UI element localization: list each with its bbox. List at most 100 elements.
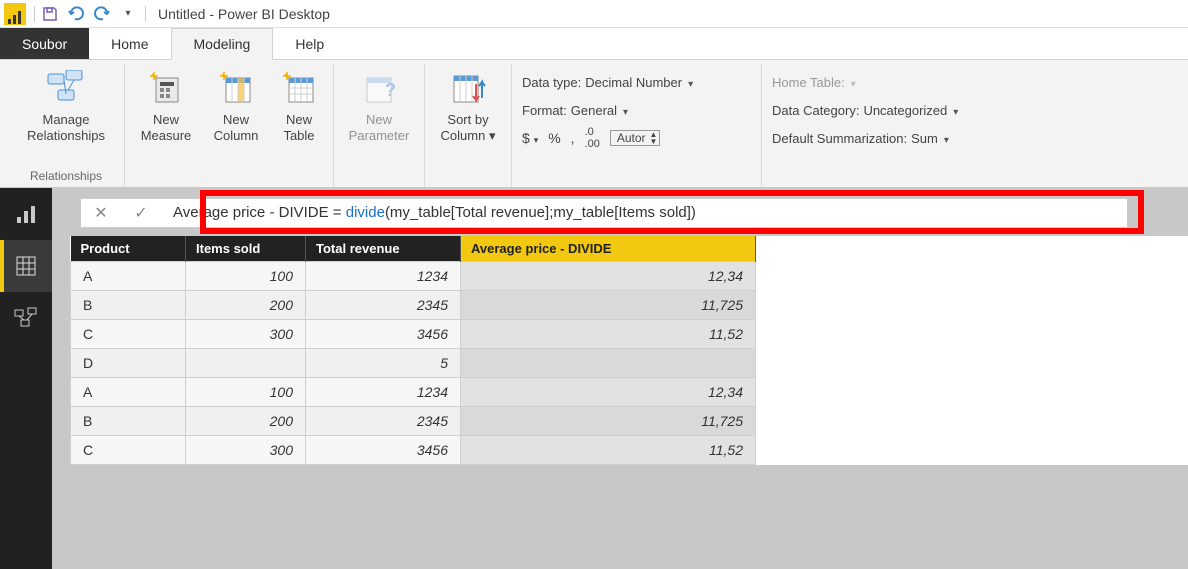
- currency-button[interactable]: $ ▾: [522, 130, 538, 146]
- report-view-button[interactable]: [0, 188, 52, 240]
- number-format-row: $ ▾ % , .0.00 Autor ▲▼: [522, 124, 693, 152]
- sort-by-column-button[interactable]: Sort by Column ▾: [435, 68, 501, 143]
- cell-product[interactable]: D: [71, 349, 186, 378]
- col-header-items[interactable]: Items sold: [186, 236, 306, 262]
- cell-revenue[interactable]: 1234: [306, 378, 461, 407]
- cell-revenue[interactable]: 2345: [306, 291, 461, 320]
- formula-bar[interactable]: ✕ ✓ Average price - DIVIDE = divide(my_t…: [80, 198, 1128, 228]
- formula-text[interactable]: Average price - DIVIDE = divide(my_table…: [161, 204, 1127, 222]
- cell-items[interactable]: 100: [186, 378, 306, 407]
- cell-avg[interactable]: 11,725: [461, 407, 756, 436]
- percent-button[interactable]: %: [548, 130, 560, 146]
- cell-product[interactable]: B: [71, 291, 186, 320]
- format-dropdown[interactable]: Format: General: [522, 96, 693, 124]
- cell-revenue[interactable]: 5: [306, 349, 461, 378]
- divider: [34, 6, 35, 22]
- cell-items[interactable]: 100: [186, 262, 306, 291]
- table-row[interactable]: B200234511,725: [71, 291, 756, 320]
- cell-avg[interactable]: 12,34: [461, 262, 756, 291]
- cell-items[interactable]: 200: [186, 291, 306, 320]
- new-measure-button[interactable]: New Measure: [135, 68, 197, 143]
- table-row[interactable]: D5: [71, 349, 756, 378]
- cell-avg[interactable]: [461, 349, 756, 378]
- cell-product[interactable]: A: [71, 262, 186, 291]
- undo-button[interactable]: [65, 3, 87, 25]
- table-row[interactable]: C300345611,52: [71, 320, 756, 349]
- chevron-down-icon: [621, 103, 628, 118]
- redo-button[interactable]: [91, 3, 113, 25]
- cell-revenue[interactable]: 3456: [306, 320, 461, 349]
- data-category-label: Data Category:: [772, 103, 859, 118]
- data-grid[interactable]: Product Items sold Total revenue Average…: [70, 236, 1188, 465]
- sort-icon: [448, 68, 488, 108]
- window-title: Untitled - Power BI Desktop: [158, 6, 330, 22]
- col-header-revenue[interactable]: Total revenue: [306, 236, 461, 262]
- ribbon: Manage Relationships Relationships New M…: [0, 60, 1188, 188]
- data-category-value: Uncategorized: [863, 103, 947, 118]
- group-sort: Sort by Column ▾: [425, 64, 512, 187]
- cancel-formula-button[interactable]: ✕: [81, 199, 121, 227]
- table-row[interactable]: C300345611,52: [71, 436, 756, 465]
- cell-avg[interactable]: 11,52: [461, 436, 756, 465]
- qat-customize[interactable]: ▾: [117, 3, 139, 25]
- title-bar: ▾ Untitled - Power BI Desktop: [0, 0, 1188, 28]
- group-label-calculations: [135, 167, 323, 187]
- tab-home[interactable]: Home: [89, 28, 170, 59]
- cell-avg[interactable]: 11,52: [461, 320, 756, 349]
- summarization-dropdown[interactable]: Default Summarization: Sum: [772, 124, 958, 152]
- chevron-down-icon: [942, 131, 949, 146]
- group-properties: Home Table: Data Category: Uncategorized…: [762, 64, 1032, 187]
- decimals-icon[interactable]: .0.00: [585, 126, 600, 150]
- view-switcher: [0, 188, 52, 569]
- cell-items[interactable]: 300: [186, 320, 306, 349]
- summarization-label: Default Summarization:: [772, 131, 907, 146]
- group-label-whatif: [344, 167, 414, 187]
- group-label-relationships: Relationships: [18, 167, 114, 187]
- chevron-down-icon: [686, 75, 693, 90]
- cell-product[interactable]: B: [71, 407, 186, 436]
- chevron-down-icon: [849, 75, 856, 90]
- data-type-dropdown[interactable]: Data type: Decimal Number: [522, 68, 693, 96]
- cell-revenue[interactable]: 1234: [306, 262, 461, 291]
- cell-items[interactable]: 300: [186, 436, 306, 465]
- cell-avg[interactable]: 11,725: [461, 291, 756, 320]
- sort-by-label: Sort by Column ▾: [441, 112, 496, 143]
- col-header-product[interactable]: Product: [71, 236, 186, 262]
- cell-product[interactable]: A: [71, 378, 186, 407]
- new-parameter-label: New Parameter: [349, 112, 410, 143]
- new-table-button[interactable]: New Table: [275, 68, 323, 143]
- workspace: ✕ ✓ Average price - DIVIDE = divide(my_t…: [0, 188, 1188, 569]
- main-panel: ✕ ✓ Average price - DIVIDE = divide(my_t…: [52, 188, 1188, 569]
- cell-avg[interactable]: 12,34: [461, 378, 756, 407]
- manage-relationships-button[interactable]: Manage Relationships: [18, 68, 114, 143]
- data-view-button[interactable]: [0, 240, 52, 292]
- cell-product[interactable]: C: [71, 320, 186, 349]
- chevron-down-icon: [951, 103, 958, 118]
- formula-bar-area: ✕ ✓ Average price - DIVIDE = divide(my_t…: [52, 188, 1188, 236]
- formula-measure-name: Average price - DIVIDE: [173, 204, 329, 221]
- data-category-dropdown[interactable]: Data Category: Uncategorized: [772, 96, 958, 124]
- col-header-avg[interactable]: Average price - DIVIDE: [461, 236, 756, 262]
- tab-help[interactable]: Help: [273, 28, 346, 59]
- new-column-button[interactable]: New Column: [207, 68, 265, 143]
- model-view-button[interactable]: [0, 292, 52, 344]
- file-tab[interactable]: Soubor: [0, 28, 89, 59]
- cell-product[interactable]: C: [71, 436, 186, 465]
- divider: [145, 6, 146, 22]
- thousand-sep-button[interactable]: ,: [571, 130, 575, 146]
- cell-items[interactable]: 200: [186, 407, 306, 436]
- save-button[interactable]: [39, 3, 61, 25]
- cell-revenue[interactable]: 2345: [306, 407, 461, 436]
- cell-revenue[interactable]: 3456: [306, 436, 461, 465]
- decimal-precision-input[interactable]: Autor ▲▼: [610, 130, 661, 146]
- accept-formula-button[interactable]: ✓: [121, 199, 161, 227]
- table-icon: [279, 68, 319, 108]
- spinner-icon[interactable]: ▲▼: [650, 131, 658, 145]
- group-formatting: Data type: Decimal Number Format: Genera…: [512, 64, 762, 187]
- summarization-value: Sum: [911, 131, 938, 146]
- table-row[interactable]: A100123412,34: [71, 262, 756, 291]
- cell-items[interactable]: [186, 349, 306, 378]
- tab-modeling[interactable]: Modeling: [171, 28, 274, 60]
- table-row[interactable]: A100123412,34: [71, 378, 756, 407]
- table-row[interactable]: B200234511,725: [71, 407, 756, 436]
